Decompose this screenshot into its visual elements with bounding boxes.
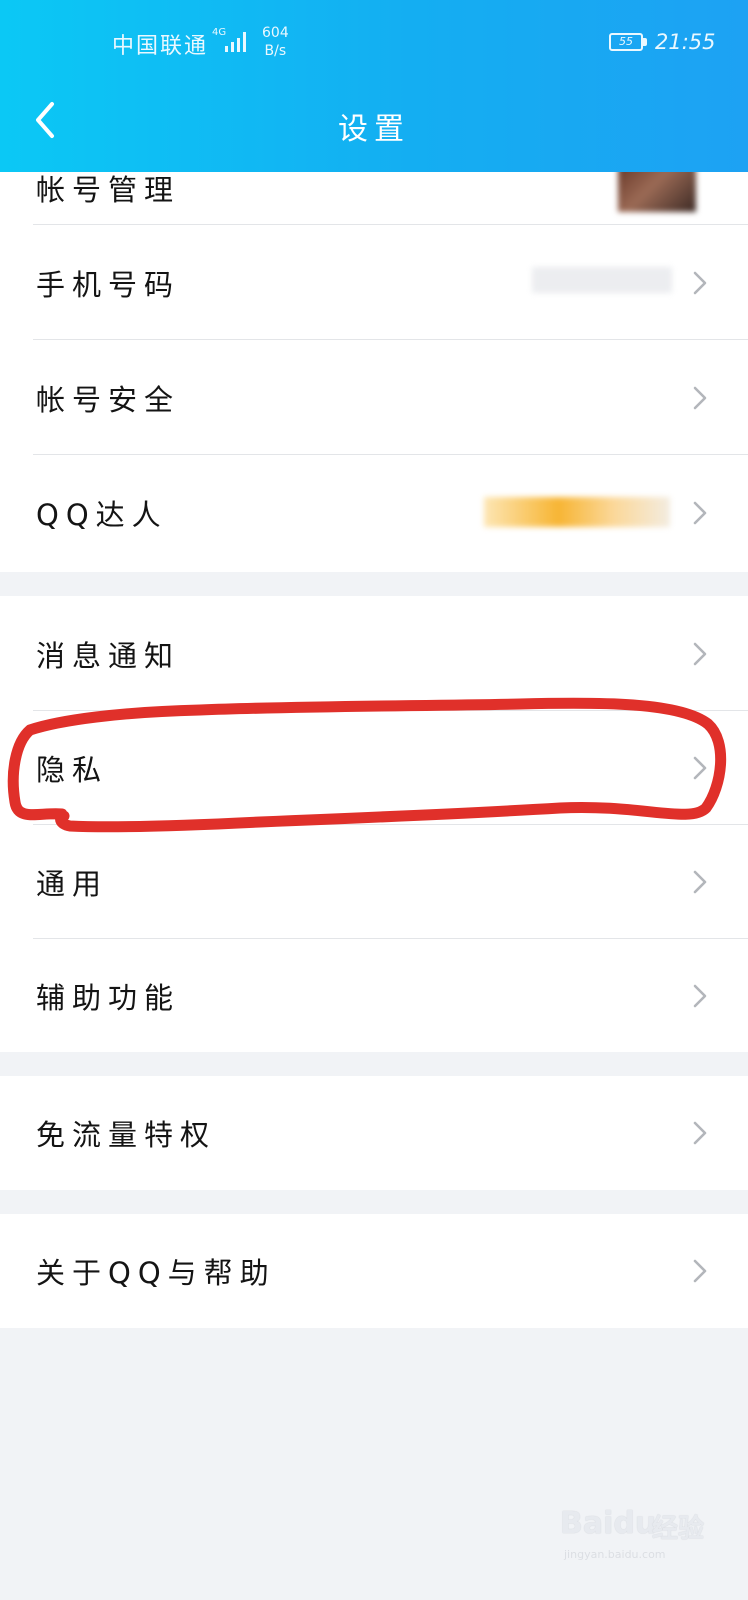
baidu-logo: Baidu (560, 1506, 657, 1541)
page-title: 设置 (338, 112, 410, 147)
row-label: 关于QQ与帮助 (36, 1256, 276, 1290)
chevron-right-icon (693, 501, 707, 524)
row-label: 消息通知 (36, 638, 181, 673)
row-label: QQ达人 (36, 497, 168, 532)
privacy-highlight-outline (7, 697, 727, 833)
watermark-url: jingyan.baidu.com (564, 1548, 666, 1561)
account-section: 帐号管理 手机号码 帐号安全 QQ达人 (0, 110, 748, 572)
chevron-right-icon (693, 1121, 707, 1145)
baidu-jingyan-watermark: Baidu 经验 jingyan.baidu.com (560, 1496, 730, 1568)
chevron-right-icon (693, 642, 707, 665)
chevron-right-icon (693, 870, 707, 893)
battery-level: 55 (619, 35, 633, 48)
settings-row-about-help[interactable]: 关于QQ与帮助 (0, 1214, 748, 1328)
row-label: 帐号管理 (36, 173, 181, 208)
about-section: 关于QQ与帮助 (0, 1214, 748, 1328)
network-speed-unit: B/s (264, 43, 287, 59)
battery-tip (643, 38, 647, 46)
signal-strength-icon (225, 32, 246, 52)
chevron-right-icon (693, 1259, 707, 1283)
data-free-section: 免流量特权 (0, 1076, 748, 1190)
settings-row-data-free-privilege[interactable]: 免流量特权 (0, 1076, 748, 1190)
status-time: 21:55 (655, 30, 716, 54)
row-label: 帐号安全 (36, 382, 181, 417)
jingyan-brand: 经验 (652, 1514, 705, 1544)
network-speed: 604 B/s (262, 24, 289, 60)
chevron-right-icon (693, 271, 707, 294)
title-bar: 中国联通 4G 604 B/s 55 21:55 设置 (0, 0, 748, 172)
carrier-label: 中国联通 (112, 34, 209, 59)
row-label: 手机号码 (36, 267, 181, 302)
row-label: 免流量特权 (36, 1118, 217, 1152)
settings-row-accessibility[interactable]: 辅助功能 (0, 938, 748, 1053)
settings-row-qq-expert[interactable]: QQ达人 (0, 455, 748, 570)
row-label: 辅助功能 (36, 980, 181, 1015)
settings-row-phone-number[interactable]: 手机号码 (0, 225, 748, 340)
battery-icon: 55 (609, 33, 643, 51)
chevron-right-icon (693, 984, 707, 1007)
row-label: 通用 (36, 866, 109, 901)
network-speed-value: 604 (262, 25, 289, 41)
qq-expert-badge (484, 497, 670, 527)
settings-row-account-security[interactable]: 帐号安全 (0, 340, 748, 455)
phone-number-value (532, 267, 672, 293)
chevron-right-icon (693, 386, 707, 409)
